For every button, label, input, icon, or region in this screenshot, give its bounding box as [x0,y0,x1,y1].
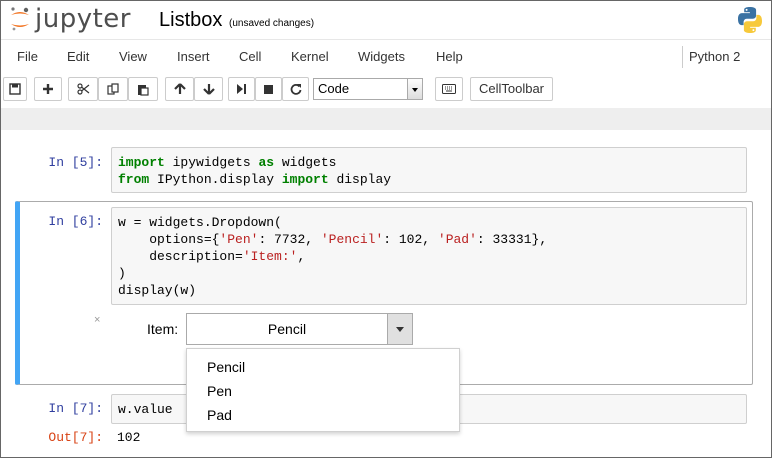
jupyter-window: jupyter Listbox (unsaved changes) File E… [0,0,772,458]
code-token: display [328,172,392,187]
add-icon [43,84,53,94]
code-token: w = widgets.Dropdown( [118,215,282,230]
caret-down-icon [396,327,404,332]
run-icon [237,84,246,94]
cut-icon [76,83,89,95]
menu-insert[interactable]: Insert [177,49,210,64]
jupyter-wordmark: jupyter [35,4,131,34]
command-palette-button[interactable] [435,77,463,101]
code-line: w = widgets.Dropdown( [118,214,547,231]
kernel-indicator: Python 2 [682,46,771,68]
dropdown-option-pad[interactable]: Pad [207,407,232,423]
keyboard-icon [442,84,456,94]
code-line: from IPython.display import display [118,171,391,188]
code-token: ) [118,266,126,281]
code-line: import ipywidgets as widgets [118,154,391,171]
dropdown-label: Item: [147,321,179,337]
code-line: ) [118,265,547,282]
jupyter-logo-icon [11,7,29,31]
save-icon [9,83,21,95]
dropdown-selected-value: Pencil [267,321,307,337]
input-prompt: In [6]: [48,214,103,229]
code-token: IPython.display [149,172,282,187]
interrupt-button[interactable] [255,77,282,101]
code-keyword: from [118,172,150,187]
menu-view[interactable]: View [119,49,147,64]
cell-type-select[interactable]: Code [313,78,423,100]
code-string: 'Pen' [219,232,259,247]
move-up-icon [173,83,186,94]
menu-edit[interactable]: Edit [67,49,89,64]
chevron-down-icon [412,88,418,92]
copy-button[interactable] [98,77,128,101]
kernel-name: Python 2 [689,49,741,64]
save-button[interactable] [3,77,27,101]
item-dropdown[interactable]: Pencil [186,313,413,345]
code-string: 'Pencil' [320,232,384,247]
code-line: options={'Pen': 7732, 'Pencil': 102, 'Pa… [118,231,547,248]
code-token: w.value [118,402,173,417]
run-button[interactable] [228,77,255,101]
code-keyword: import [281,172,329,187]
python-logo-icon [738,7,762,33]
code-block: w.value [118,401,173,418]
copy-icon [107,83,119,95]
code-input-cell-5[interactable]: import ipywidgets as widgets from IPython… [111,147,747,193]
menu-widgets[interactable]: Widgets [358,49,405,64]
code-input-cell-6[interactable]: w = widgets.Dropdown( options={'Pen': 77… [111,207,747,305]
code-token: display(w) [118,283,197,298]
menubar: File Edit View Insert Cell Kernel Widget… [1,39,771,75]
input-prompt: In [5]: [48,155,103,170]
code-token: : 102, [383,232,438,247]
menu-file[interactable]: File [17,49,38,64]
code-token: description= [118,249,243,264]
toolbar: Code CellToolbar [1,74,771,108]
stop-icon [264,84,273,94]
close-widget-icon[interactable]: × [94,314,100,326]
move-up-button[interactable] [165,77,194,101]
menu-help[interactable]: Help [436,49,463,64]
select-arrow [407,79,422,99]
restart-icon [290,84,301,95]
move-down-button[interactable] [194,77,223,101]
code-token: options={ [118,232,220,247]
code-keyword: import [118,155,165,170]
code-block: w = widgets.Dropdown( options={'Pen': 77… [118,214,547,299]
dropdown-option-pencil[interactable]: Pencil [207,359,245,375]
code-token: : 7732, [258,232,321,247]
code-line: display(w) [118,282,547,299]
paste-icon [138,84,149,96]
code-token: widgets [274,155,337,170]
paste-button[interactable] [128,77,158,101]
code-block: import ipywidgets as widgets from IPython… [118,154,391,188]
code-token: : 33331}, [476,232,548,247]
code-line: w.value [118,401,173,418]
code-line: description='Item:', [118,248,547,265]
code-token: , [297,249,306,264]
notebook-name[interactable]: Listbox [159,9,222,32]
save-status: (unsaved changes) [229,18,315,29]
code-string: 'Pad' [437,232,477,247]
code-token: ipywidgets [164,155,259,170]
restart-button[interactable] [282,77,309,101]
notebook-top-band [1,108,771,130]
dropdown-option-pen[interactable]: Pen [207,383,232,399]
move-down-icon [202,84,215,95]
output-prompt: Out[7]: [48,430,103,445]
output-value: 102 [117,430,141,445]
cell-toolbar-button[interactable]: CellToolbar [470,77,553,101]
cell-type-value: Code [318,81,350,96]
code-keyword: as [258,155,275,170]
code-string: 'Item:' [242,249,298,264]
dropdown-toggle-button[interactable] [387,314,412,344]
input-prompt: In [7]: [48,401,103,416]
menu-kernel[interactable]: Kernel [291,49,329,64]
header: jupyter Listbox (unsaved changes) [1,1,771,39]
dropdown-menu: Pencil Pen Pad [186,348,460,432]
jupyter-logo[interactable]: jupyter [9,4,131,34]
menu-cell[interactable]: Cell [239,49,261,64]
insert-cell-button[interactable] [34,77,62,101]
cut-button[interactable] [68,77,98,101]
